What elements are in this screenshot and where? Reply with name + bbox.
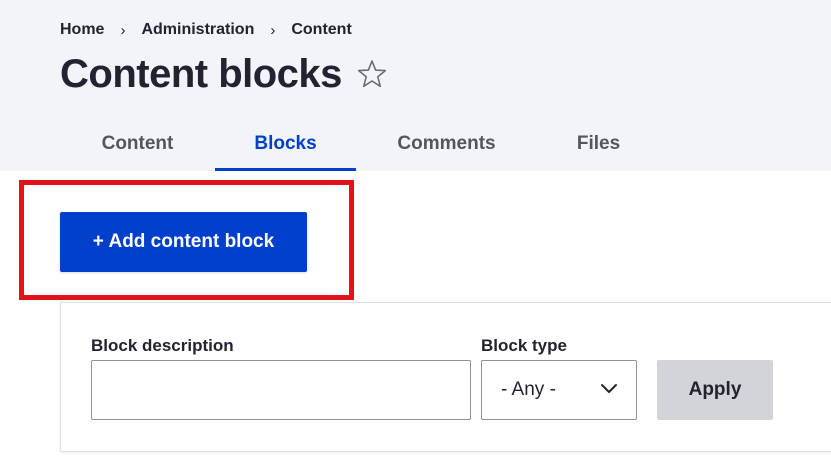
- breadcrumb-separator-icon: ›: [270, 21, 276, 39]
- breadcrumb-content[interactable]: Content: [291, 21, 351, 39]
- tab-files[interactable]: Files: [537, 117, 660, 171]
- page-title: Content blocks: [60, 52, 342, 96]
- tab-content[interactable]: Content: [60, 117, 215, 171]
- breadcrumb: Home › Administration › Content: [60, 21, 352, 39]
- tab-blocks[interactable]: Blocks: [215, 117, 356, 171]
- filter-panel: Block description Block type - Any - App…: [60, 302, 831, 452]
- block-type-selected-value: - Any -: [501, 379, 556, 400]
- breadcrumb-separator-icon: ›: [120, 21, 126, 39]
- apply-button[interactable]: Apply: [657, 360, 773, 420]
- block-description-input[interactable]: [91, 360, 471, 420]
- primary-tabs: Content Blocks Comments Files: [60, 117, 660, 171]
- block-description-label: Block description: [91, 336, 234, 355]
- star-icon[interactable]: [356, 58, 388, 90]
- page-header: Home › Administration › Content Content …: [0, 0, 831, 171]
- block-type-select[interactable]: - Any -: [481, 360, 637, 420]
- chevron-down-icon: [601, 384, 617, 393]
- breadcrumb-home[interactable]: Home: [60, 21, 104, 39]
- tab-comments[interactable]: Comments: [356, 117, 537, 171]
- add-content-block-button[interactable]: + Add content block: [60, 212, 307, 272]
- page-title-row: Content blocks: [60, 50, 388, 98]
- block-type-label: Block type: [481, 336, 567, 355]
- breadcrumb-administration[interactable]: Administration: [141, 21, 254, 39]
